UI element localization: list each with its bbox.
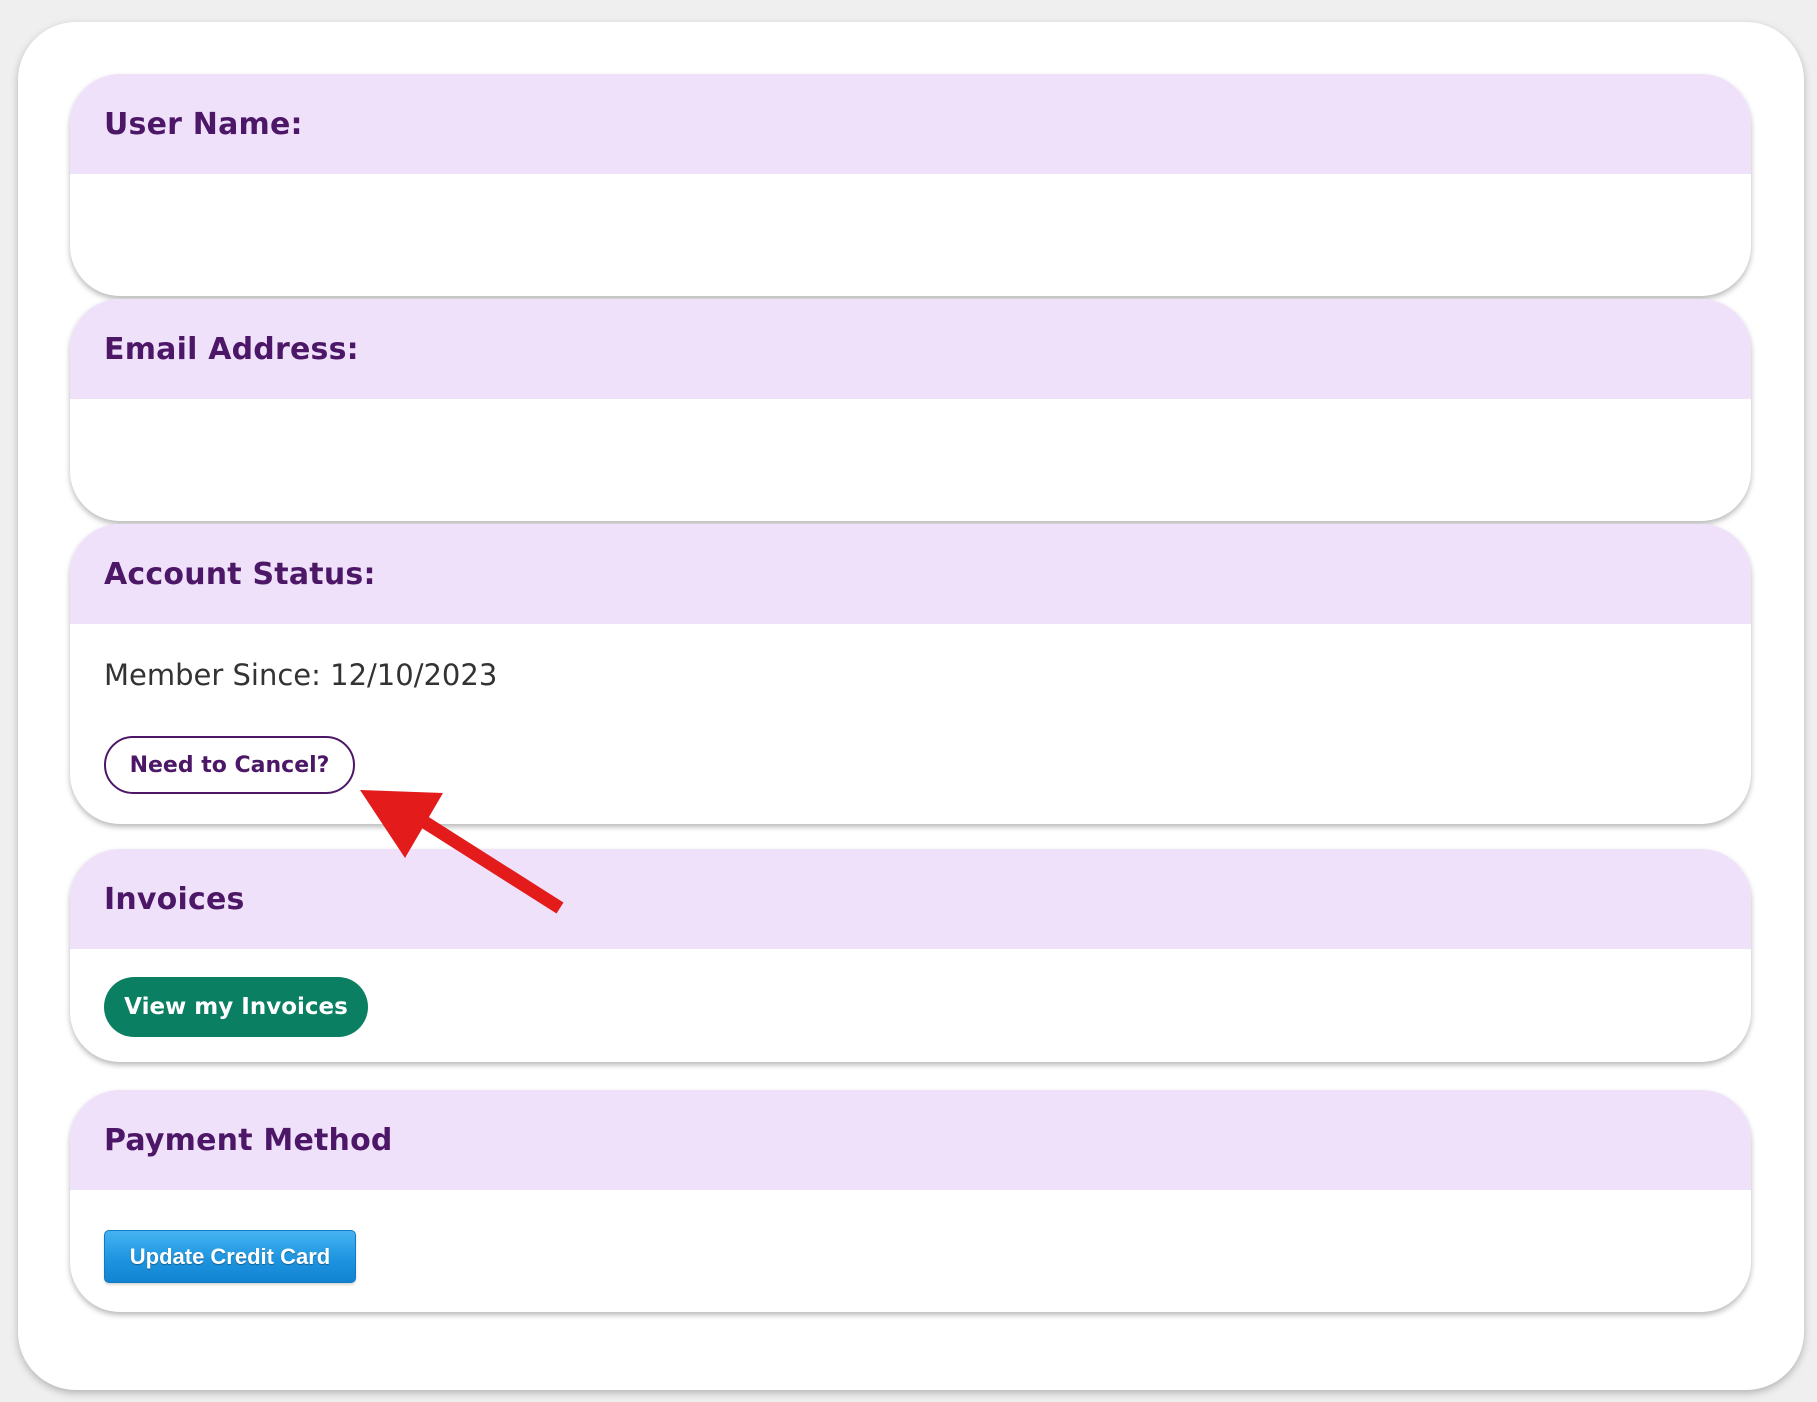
invoices-body: View my Invoices [70, 949, 1751, 1062]
account-status-body: Member Since: 12/10/2023 Need to Cancel? [70, 624, 1751, 824]
account-status-header: Account Status: [70, 524, 1751, 624]
payment-method-section: Payment Method Update Credit Card [70, 1090, 1751, 1312]
account-card: User Name: Email Address: Account Status… [18, 22, 1804, 1390]
account-status-section: Account Status: Member Since: 12/10/2023… [70, 524, 1751, 824]
invoices-section: Invoices View my Invoices [70, 849, 1751, 1062]
member-since-text: Member Since: 12/10/2023 [104, 658, 498, 692]
user-name-section: User Name: [70, 74, 1751, 296]
email-title: Email Address: [104, 331, 359, 367]
email-section: Email Address: [70, 299, 1751, 521]
update-credit-card-button[interactable]: Update Credit Card [104, 1230, 356, 1283]
user-name-body [70, 174, 1751, 296]
view-invoices-button[interactable]: View my Invoices [104, 977, 368, 1037]
account-status-title: Account Status: [104, 556, 376, 592]
invoices-title: Invoices [104, 881, 245, 917]
payment-method-body: Update Credit Card [70, 1190, 1751, 1312]
payment-method-title: Payment Method [104, 1122, 393, 1158]
user-name-title: User Name: [104, 106, 303, 142]
user-name-header: User Name: [70, 74, 1751, 174]
need-to-cancel-button[interactable]: Need to Cancel? [104, 736, 355, 794]
payment-method-header: Payment Method [70, 1090, 1751, 1190]
invoices-header: Invoices [70, 849, 1751, 949]
email-header: Email Address: [70, 299, 1751, 399]
email-body [70, 399, 1751, 521]
